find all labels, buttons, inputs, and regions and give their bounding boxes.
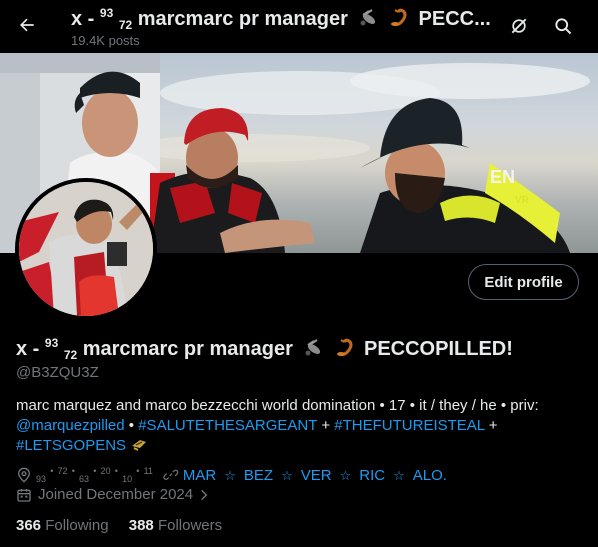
hashtag-link[interactable]: #LETSGOPENS	[16, 437, 126, 454]
wasp-emoji-icon	[360, 9, 376, 26]
back-button[interactable]	[10, 8, 44, 42]
avatar[interactable]	[15, 178, 157, 320]
follow-stats: 366 Following 388 Followers	[16, 517, 238, 534]
bio-line: @marquezpilled • #SALUTETHESARGEANT + #T…	[16, 417, 498, 434]
wasp-emoji-icon	[305, 339, 321, 356]
top-bar: x - 93 72 marcmarc pr manager PECC... 19…	[0, 0, 598, 53]
back-arrow-icon	[20, 18, 34, 32]
joined-date: Joined December 2024	[38, 486, 194, 503]
edit-profile-button[interactable]: Edit profile	[468, 264, 579, 300]
following-link[interactable]: 366 Following	[16, 517, 109, 534]
grok-icon	[511, 18, 527, 34]
bio-line: #LETSGOPENS	[16, 436, 576, 456]
hashtag-link[interactable]: #THEFUTUREISTEAL	[334, 417, 484, 434]
avatar-photo	[19, 182, 153, 316]
post-count: 19.4K posts	[71, 33, 140, 48]
hashtag-link[interactable]: #SALUTETHESARGEANT	[138, 417, 317, 434]
location-icon	[17, 467, 31, 483]
followers-link[interactable]: 388 Followers	[129, 517, 222, 534]
scorpion-emoji-icon	[336, 338, 353, 356]
profile-bio: marc marquez and marco bezzecchi world d…	[16, 396, 576, 456]
grok-button[interactable]	[502, 9, 536, 43]
scorpion-emoji-icon	[390, 8, 407, 26]
search-button[interactable]	[546, 9, 580, 43]
svg-text:VR: VR	[515, 195, 530, 206]
mention-link[interactable]: @marquezpilled	[16, 417, 125, 434]
search-icon	[555, 18, 572, 35]
calendar-icon	[17, 488, 31, 502]
svg-text:EN: EN	[490, 167, 515, 187]
chevron-right-icon	[201, 489, 208, 500]
profile-handle: @B3ZQU3Z	[16, 364, 99, 381]
header-title: x - 93 72 marcmarc pr manager PECC...	[71, 6, 491, 32]
profile-meta-joined[interactable]: Joined December 2024	[16, 486, 211, 503]
penguin-emoji-icon	[132, 440, 147, 451]
bio-line: marc marquez and marco bezzecchi world d…	[16, 397, 539, 414]
profile-name: x - 93 72 marcmarc pr manager PECCOPILLE…	[16, 336, 513, 362]
link-icon	[163, 469, 179, 480]
location-text: 93 • 72 • 63 • 20 • 10 • 11	[36, 466, 153, 484]
profile-meta-location-links: 93 • 72 • 63 • 20 • 10 • 11 MAR ☆ BEZ ☆ VER ☆…	[16, 466, 447, 484]
profile-website-link[interactable]: MAR ☆ BEZ ☆ VER ☆ RIC ☆ ALO.	[183, 467, 447, 484]
